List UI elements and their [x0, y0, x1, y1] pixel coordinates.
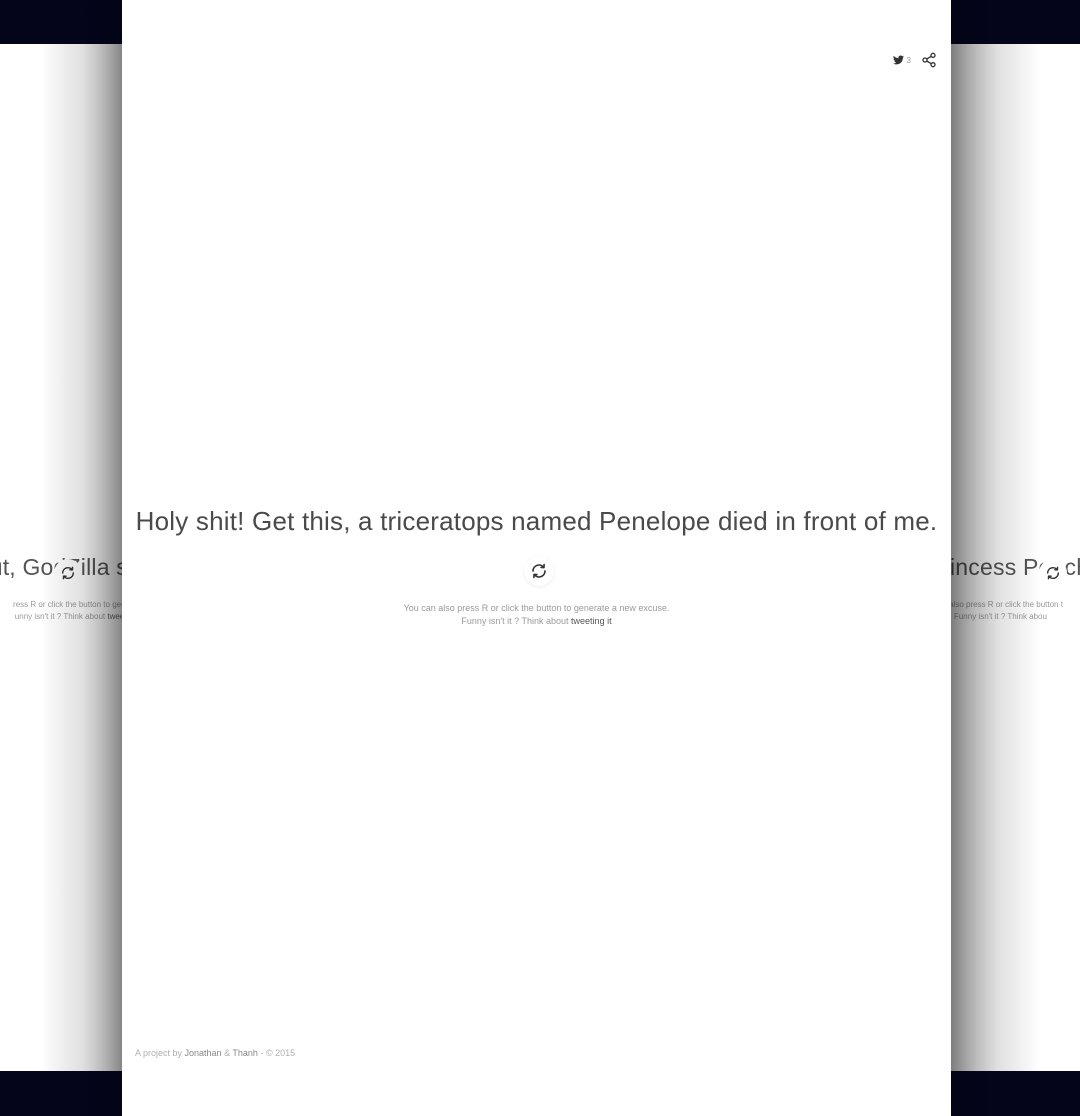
next-hint: an also press R or click the button t Fu…	[938, 599, 1063, 623]
footer-prefix: A project by	[135, 1048, 185, 1058]
footer: A project by Jonathan & Thanh - © 2015	[135, 1048, 295, 1058]
next-hint-line2: Funny isn't it ? Think abou	[953, 612, 1047, 621]
previous-refresh-button	[54, 559, 82, 587]
new-excuse-button[interactable]	[524, 556, 554, 586]
tweet-count: 3	[906, 55, 911, 65]
twitter-icon	[892, 55, 904, 65]
current-excuse-card: 3 Holy shit! Get this, a triceratops nam…	[122, 0, 951, 1116]
refresh-icon	[61, 566, 75, 580]
previous-hint: ress R or click the button to gene unny …	[13, 599, 130, 623]
previous-hint-line2-text: unny isn't it ? Think about	[14, 612, 108, 621]
footer-amp: &	[221, 1048, 233, 1058]
previous-hint-line2: unny isn't it ? Think about tweeti	[13, 611, 130, 623]
excuse-text: Holy shit! Get this, a triceratops named…	[135, 506, 938, 536]
tweet-button[interactable]: 3	[892, 55, 911, 65]
top-actions: 3	[892, 52, 937, 68]
next-refresh-button	[1039, 559, 1067, 587]
share-icon	[922, 52, 936, 68]
footer-copyright: - © 2015	[257, 1048, 296, 1058]
author-link-jonathan[interactable]: Jonathan	[185, 1048, 222, 1058]
tweet-it-link[interactable]: tweeting it	[571, 616, 612, 626]
next-hint-line1: an also press R or click the button t	[938, 600, 1063, 609]
author-link-thanh[interactable]: Thanh	[232, 1048, 258, 1058]
refresh-icon	[1046, 566, 1060, 580]
hint-text: You can also press R or click the button…	[122, 602, 951, 628]
refresh-icon	[532, 563, 546, 579]
share-button[interactable]	[921, 52, 937, 68]
hint-line2: Funny isn't it ? Think about tweeting it	[122, 615, 951, 628]
hint-line1: You can also press R or click the button…	[403, 603, 670, 613]
previous-hint-line1: ress R or click the button to gene	[13, 600, 130, 609]
app-stage: ut, GodZilla s ress R or click the butto…	[0, 0, 1080, 1116]
hint-line2-text: Funny isn't it ? Think about	[461, 616, 572, 626]
